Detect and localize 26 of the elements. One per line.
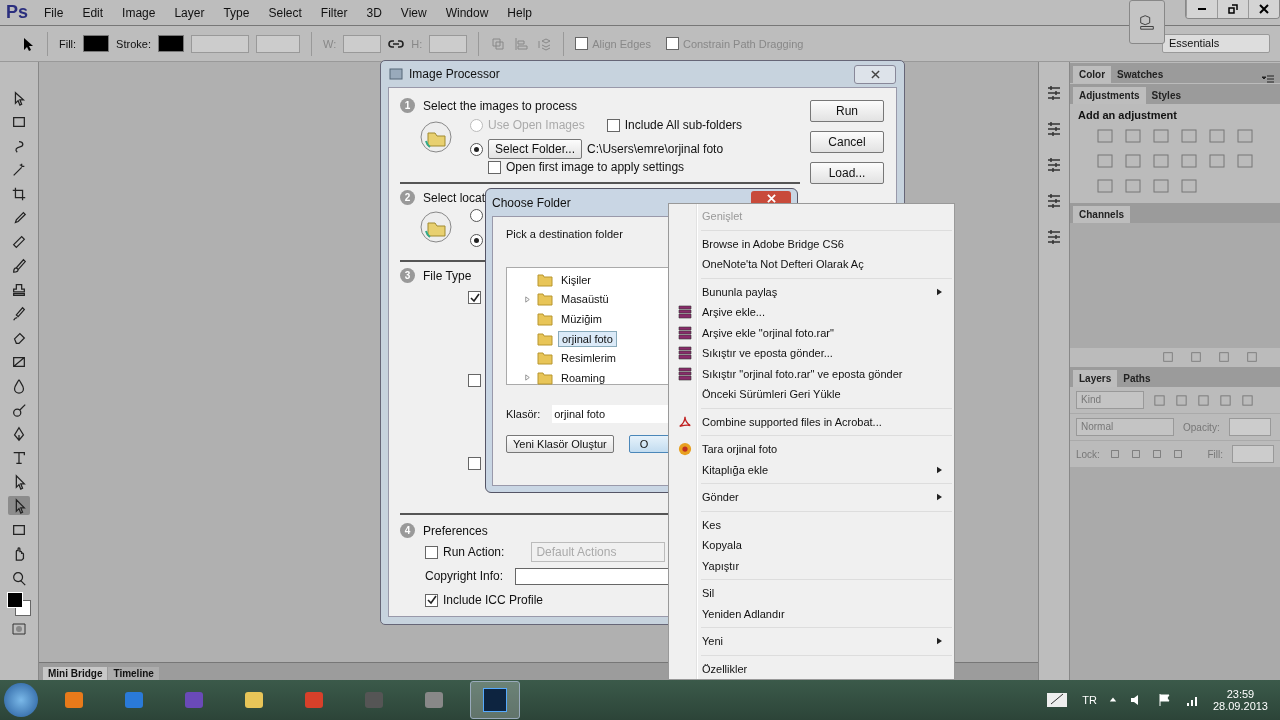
panel-heading: Add an adjustment bbox=[1078, 109, 1177, 121]
opacity-label: Opacity: bbox=[1183, 421, 1220, 433]
window-title: Image Processor bbox=[409, 67, 500, 81]
folder-path: C:\Users\emre\orjinal foto bbox=[587, 142, 724, 156]
step-number: 1 bbox=[400, 98, 415, 113]
field-label: Copyright Info: bbox=[425, 569, 504, 583]
stroke-label: Stroke: bbox=[116, 37, 151, 50]
lock-label: Lock: bbox=[1076, 448, 1100, 460]
section-title: Select the images to process bbox=[423, 98, 578, 113]
checkbox-label: Open first image to apply settings bbox=[506, 160, 685, 174]
step-number: 2 bbox=[400, 190, 415, 205]
radio-label: Use Open Images bbox=[488, 118, 585, 132]
checkbox-label: Run Action: bbox=[443, 545, 505, 559]
section-title: Preferences bbox=[423, 523, 488, 538]
step-number: 4 bbox=[400, 523, 415, 538]
checkbox-label: Include ICC Profile bbox=[443, 593, 544, 607]
window-title: Choose Folder bbox=[492, 195, 571, 210]
dialog-prompt: Pick a destination folder bbox=[506, 228, 623, 240]
app-logo: Ps bbox=[6, 2, 29, 23]
section-title: File Type bbox=[423, 268, 472, 283]
step-number: 3 bbox=[400, 268, 415, 283]
fill-label: Fill: bbox=[59, 37, 77, 50]
section-title: Select locat bbox=[423, 190, 486, 205]
field-label: Klasör: bbox=[506, 408, 541, 420]
checkbox-label: Include All sub-folders bbox=[624, 118, 743, 132]
fill-label: Fill: bbox=[1207, 448, 1223, 460]
